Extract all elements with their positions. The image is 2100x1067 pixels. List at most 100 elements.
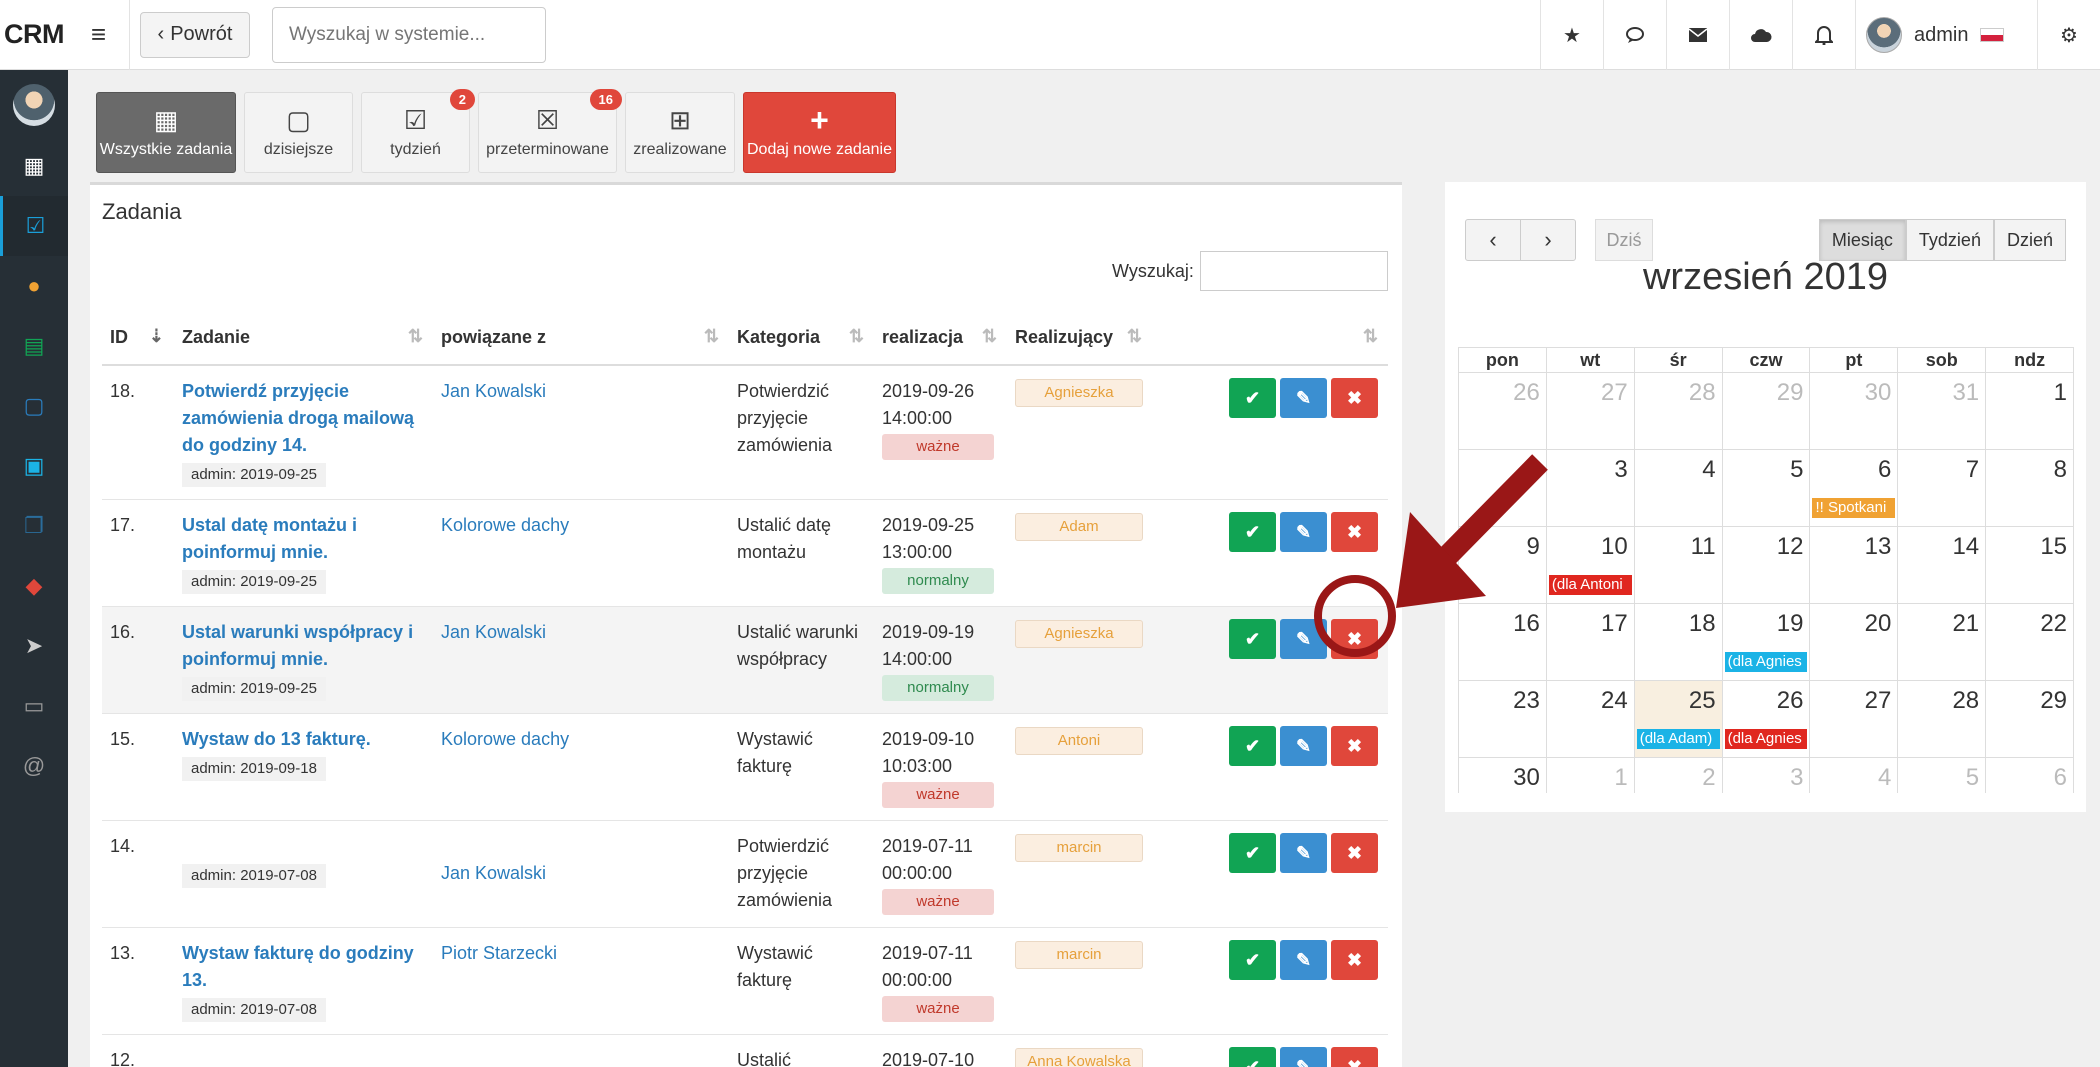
- calendar-day[interactable]: 15: [1986, 527, 2073, 603]
- envelope-icon[interactable]: [1666, 0, 1729, 70]
- filter-overdue-button[interactable]: 16 ☒ przeterminowane: [478, 89, 622, 173]
- delete-task-button[interactable]: ✖: [1331, 512, 1378, 552]
- calendar-day[interactable]: 13: [1810, 527, 1899, 603]
- edit-task-button[interactable]: ✎: [1280, 833, 1327, 873]
- calendar-day[interactable]: 6: [1986, 758, 2073, 793]
- task-title-link[interactable]: Ustal datę montażu i poinformuj mnie.: [182, 515, 357, 562]
- complete-task-button[interactable]: ✔: [1229, 619, 1276, 659]
- calendar-day[interactable]: 4: [1810, 758, 1899, 793]
- edit-task-button[interactable]: ✎: [1280, 726, 1327, 766]
- filter-week-button[interactable]: 2 ☑ tydzień: [361, 89, 475, 173]
- calendar-day[interactable]: 28: [1898, 681, 1987, 757]
- calendar-day[interactable]: 2: [1635, 758, 1723, 793]
- sidebar-ticket-icon[interactable]: ◆: [0, 556, 68, 616]
- sidebar-copy-icon[interactable]: ❐: [0, 496, 68, 556]
- calendar-day[interactable]: 3: [1723, 758, 1811, 793]
- edit-task-button[interactable]: ✎: [1280, 1047, 1327, 1067]
- calendar-day[interactable]: 27: [1547, 373, 1635, 449]
- sidebar-users-icon[interactable]: ●: [0, 256, 68, 316]
- calendar-day[interactable]: 19 (dla Agnies: [1723, 604, 1811, 680]
- calendar-day[interactable]: 26 (dla Agnies: [1723, 681, 1811, 757]
- calendar-day[interactable]: 20: [1810, 604, 1899, 680]
- calendar-day[interactable]: 14: [1898, 527, 1987, 603]
- delete-task-button[interactable]: ✖: [1331, 833, 1378, 873]
- chat-icon[interactable]: [1603, 0, 1666, 70]
- related-link[interactable]: Kolorowe dachy: [441, 515, 569, 535]
- col-date[interactable]: realizacja ⇅: [874, 310, 1007, 366]
- edit-task-button[interactable]: ✎: [1280, 378, 1327, 418]
- filter-done-button[interactable]: ⊞ zrealizowane: [625, 92, 735, 173]
- col-category[interactable]: Kategoria ⇅: [729, 310, 874, 366]
- sidebar-calendar-icon[interactable]: ▦: [0, 136, 68, 196]
- back-button[interactable]: ‹ Powrót: [140, 11, 250, 58]
- col-related[interactable]: powiązane z ⇅: [433, 310, 729, 366]
- table-search-input[interactable]: [1200, 251, 1388, 291]
- view-day-button[interactable]: Dzień: [1993, 219, 2066, 261]
- sidebar-avatar[interactable]: [13, 84, 55, 126]
- calendar-day[interactable]: 27: [1810, 681, 1899, 757]
- complete-task-button[interactable]: ✔: [1229, 726, 1276, 766]
- calendar-day[interactable]: 1: [1547, 758, 1635, 793]
- calendar-day[interactable]: 30: [1459, 758, 1547, 793]
- calendar-day[interactable]: 18: [1635, 604, 1723, 680]
- calendar-event[interactable]: (dla Adam): [1636, 729, 1720, 749]
- calendar-event[interactable]: !! Spotkani: [1812, 498, 1896, 518]
- task-title-link[interactable]: Ustal warunki współpracy i poinformuj mn…: [182, 622, 413, 669]
- col-assignee[interactable]: Realizujący ⇅: [1007, 310, 1152, 366]
- complete-task-button[interactable]: ✔: [1229, 1047, 1276, 1067]
- poland-flag-icon[interactable]: [1980, 28, 2005, 42]
- calendar-day[interactable]: 23: [1459, 681, 1547, 757]
- calendar-next-button[interactable]: ›: [1520, 219, 1576, 261]
- calendar-day[interactable]: 1: [1986, 373, 2073, 449]
- gears-icon[interactable]: ⚙: [2037, 0, 2100, 70]
- delete-task-button[interactable]: ✖: [1331, 726, 1378, 766]
- filter-today-button[interactable]: ▢ dzisiejsze: [244, 92, 353, 173]
- sidebar-tasks-icon[interactable]: ☑: [0, 196, 68, 256]
- related-link[interactable]: Jan Kowalski: [441, 622, 546, 642]
- calendar-day[interactable]: 30: [1810, 373, 1899, 449]
- calendar-day[interactable]: 29: [1723, 373, 1811, 449]
- related-link[interactable]: Jan Kowalski: [441, 381, 546, 401]
- related-link[interactable]: Kolorowe dachy: [441, 729, 569, 749]
- calendar-day[interactable]: 24: [1547, 681, 1635, 757]
- calendar-day[interactable]: 5: [1723, 450, 1811, 526]
- delete-task-button[interactable]: ✖: [1331, 378, 1378, 418]
- calendar-day[interactable]: 22: [1986, 604, 2073, 680]
- cloud-icon[interactable]: [1729, 0, 1792, 70]
- related-link[interactable]: Piotr Starzecki: [441, 943, 557, 963]
- add-task-button[interactable]: + Dodaj nowe zadanie: [743, 92, 896, 173]
- sidebar-document-icon[interactable]: ▤: [0, 316, 68, 376]
- view-week-button[interactable]: Tydzień: [1905, 219, 1994, 261]
- calendar-day[interactable]: 12: [1723, 527, 1811, 603]
- menu-toggle-icon[interactable]: ≡: [68, 0, 130, 70]
- calendar-day[interactable]: 4: [1635, 450, 1723, 526]
- app-logo[interactable]: CRM: [0, 19, 68, 50]
- bell-icon[interactable]: [1792, 0, 1855, 70]
- sidebar-at-icon[interactable]: @: [0, 736, 68, 796]
- star-icon[interactable]: ★: [1540, 0, 1603, 70]
- delete-task-button[interactable]: ✖: [1331, 940, 1378, 980]
- calendar-day[interactable]: 25 (dla Adam): [1634, 681, 1723, 757]
- calendar-day[interactable]: 6 !! Spotkani: [1810, 450, 1899, 526]
- task-title-link[interactable]: Wystaw fakturę do godziny 13.: [182, 943, 414, 990]
- complete-task-button[interactable]: ✔: [1229, 378, 1276, 418]
- view-month-button[interactable]: Miesiąc: [1818, 219, 1906, 261]
- user-menu[interactable]: admin: [1855, 0, 2037, 70]
- calendar-day[interactable]: 8: [1986, 450, 2073, 526]
- sidebar-send-icon[interactable]: ➤: [0, 616, 68, 676]
- sidebar-pdf-icon[interactable]: ▢: [0, 376, 68, 436]
- calendar-day[interactable]: 31: [1898, 373, 1987, 449]
- calendar-day[interactable]: 5: [1898, 758, 1987, 793]
- filter-all-button[interactable]: ▦ Wszystkie zadania: [96, 92, 236, 173]
- col-task[interactable]: Zadanie ⇅: [174, 310, 433, 366]
- delete-task-button[interactable]: ✖: [1331, 1047, 1378, 1067]
- task-title-link[interactable]: Potwierdź przyjęcie zamówienia drogą mai…: [182, 381, 414, 455]
- edit-task-button[interactable]: ✎: [1280, 512, 1327, 552]
- calendar-day[interactable]: 26: [1459, 373, 1547, 449]
- complete-task-button[interactable]: ✔: [1229, 833, 1276, 873]
- sidebar-clipboard-icon[interactable]: ▣: [0, 436, 68, 496]
- complete-task-button[interactable]: ✔: [1229, 940, 1276, 980]
- complete-task-button[interactable]: ✔: [1229, 512, 1276, 552]
- calendar-day[interactable]: 11: [1635, 527, 1723, 603]
- calendar-today-button[interactable]: Dziś: [1595, 219, 1653, 261]
